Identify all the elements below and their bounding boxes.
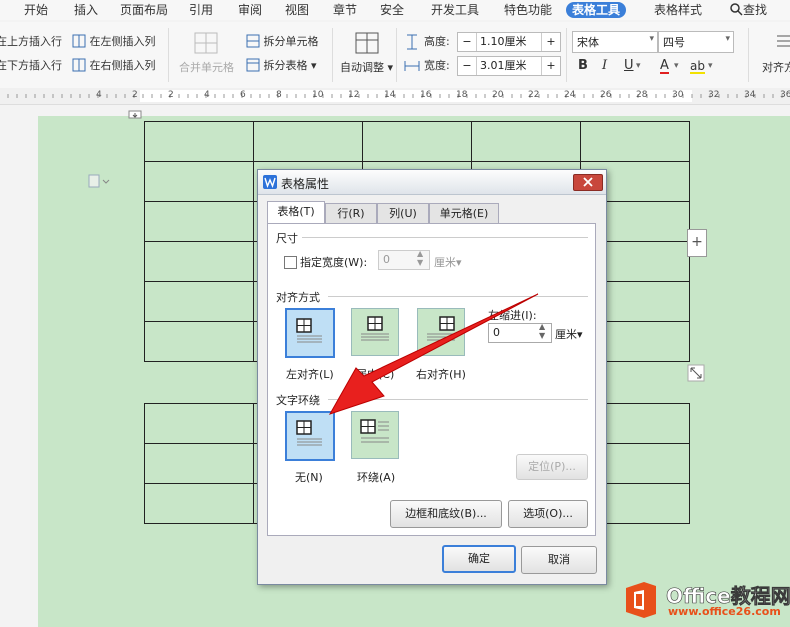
office-logo-icon — [626, 582, 656, 618]
watermark-url: www.office26.com — [668, 605, 781, 618]
watermark: Office教程网 www.office26.com — [622, 578, 790, 622]
annotation-arrow-icon — [328, 293, 539, 415]
